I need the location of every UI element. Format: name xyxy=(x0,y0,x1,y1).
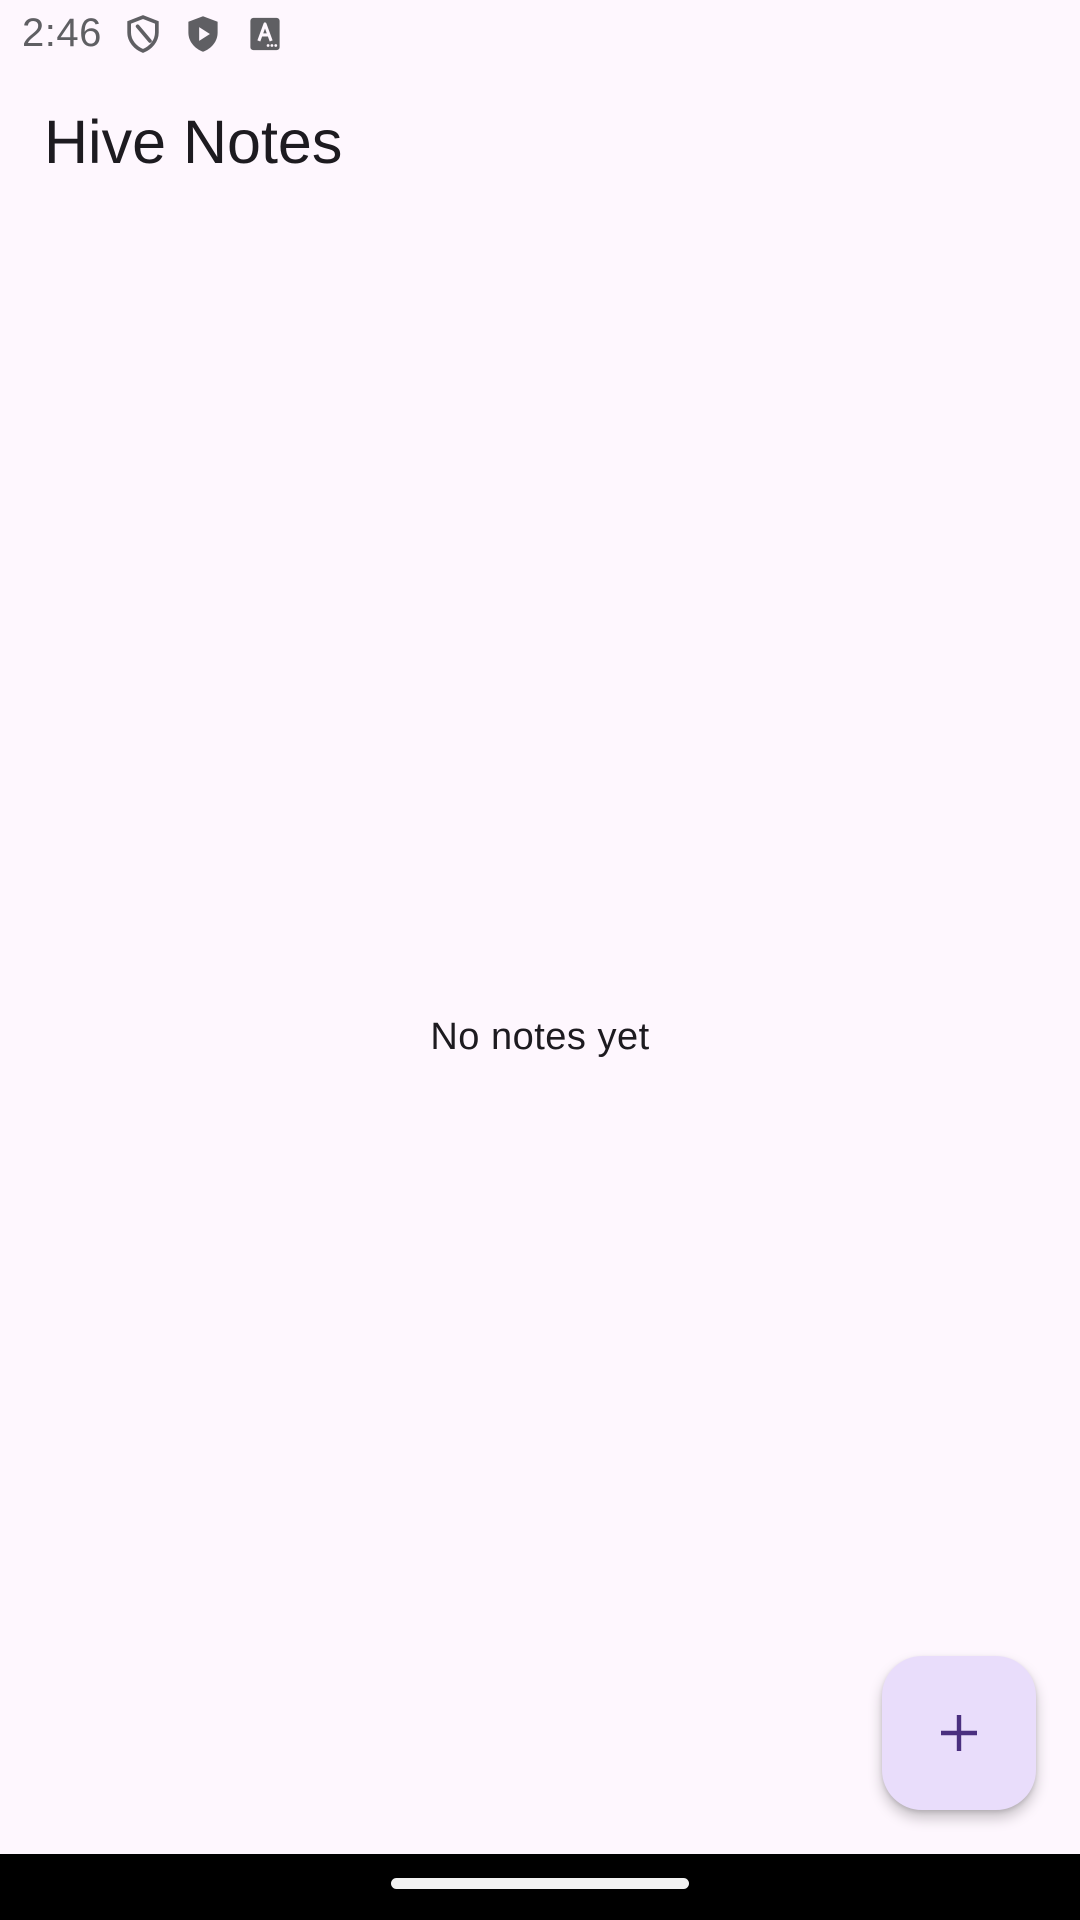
shield-outline-icon xyxy=(124,14,162,54)
add-note-button[interactable] xyxy=(882,1656,1036,1810)
status-bar: 2:46 xyxy=(0,0,1080,66)
text-a-icon xyxy=(246,14,284,54)
plus-icon xyxy=(935,1709,983,1757)
app-bar: Hive Notes xyxy=(0,66,1080,216)
page-title: Hive Notes xyxy=(44,108,343,176)
play-shield-icon xyxy=(184,14,222,54)
empty-state-message: No notes yet xyxy=(430,1016,650,1058)
navigation-bar xyxy=(0,1854,1080,1920)
home-gesture-handle[interactable] xyxy=(391,1878,689,1889)
status-time: 2:46 xyxy=(22,11,102,55)
